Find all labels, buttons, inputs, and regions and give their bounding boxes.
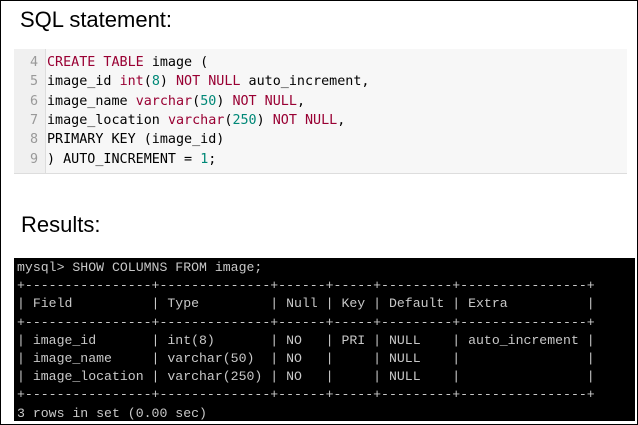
console-table-line: | image_id | int(8) | NO | PRI | NULL | …: [17, 332, 595, 348]
code-token: image (: [151, 55, 209, 70]
code-token: ;: [208, 151, 217, 167]
code-line: 9) AUTO_INCREMENT = 1;: [14, 150, 216, 169]
code-token: image_location: [47, 112, 168, 128]
code-line: 5 image_id int(8) NOT NULL auto_increment…: [14, 72, 370, 91]
line-number: 6: [29, 93, 38, 109]
code-token: auto_increment,: [240, 74, 370, 90]
code-token: int: [119, 74, 144, 90]
code-token: image_id: [47, 74, 120, 90]
console-table-line: +----------------+--------------+------+…: [17, 387, 595, 403]
code-token: image_name: [47, 93, 136, 109]
code-token: CREATE TABLE: [47, 55, 152, 70]
code-token: varchar: [167, 112, 225, 128]
code-line: 8 PRIMARY KEY (image_id): [14, 130, 224, 149]
line-number: 8: [29, 132, 38, 148]
console-table-line: +----------------+--------------+------+…: [17, 314, 595, 330]
console-command-line: mysql> SHOW COLUMNS FROM image;: [17, 260, 263, 275]
code-line: 6 image_name varchar(50) NOT NULL,: [14, 92, 305, 111]
code-token: ): [159, 74, 176, 90]
code-token: ) AUTO_INCREMENT =: [47, 151, 201, 167]
code-token: (: [143, 74, 152, 90]
code-token: NOT NULL: [176, 74, 241, 90]
code-token: NOT NULL: [272, 112, 338, 128]
code-token: 250: [232, 112, 257, 128]
code-line: 4 CREATE TABLE image (: [14, 53, 208, 72]
code-token: varchar: [135, 93, 193, 109]
line-number: 9: [29, 151, 38, 167]
code-token: PRIMARY KEY (image_id): [47, 132, 225, 148]
code-token: 50: [200, 93, 217, 109]
sql-code-block: 4 CREATE TABLE image (5 image_id int(8) NO…: [14, 49, 627, 174]
console-table-line: +----------------+--------------+------+…: [17, 278, 595, 294]
mysql-console-output: mysql> SHOW COLUMNS FROM image; +--------…: [14, 258, 635, 421]
console-table-line: | image_name | varchar(50) | NO | | NULL…: [17, 351, 595, 366]
code-line: 7 image_location varchar(250) NOT NULL,: [14, 111, 345, 130]
sql-statement-heading: SQL statement:: [20, 7, 173, 32]
code-token: 8: [151, 74, 160, 90]
code-token: ): [256, 112, 273, 128]
console-summary-line: 3 rows in set (0.00 sec): [17, 405, 207, 421]
results-heading: Results:: [21, 212, 101, 237]
code-token: ,: [296, 93, 305, 109]
code-token: (: [192, 93, 201, 109]
console-table-line: | image_location | varchar(250) | NO | |…: [17, 369, 595, 385]
line-number: 7: [29, 112, 38, 128]
figure-frame: SQL statement: 4 CREATE TABLE image ( 5 ima…: [0, 0, 638, 425]
code-token: NOT NULL: [232, 93, 297, 109]
code-token: ): [216, 93, 233, 109]
line-number: 5: [29, 74, 38, 90]
console-table-line: | Field | Type | Null | Key | Default | …: [17, 296, 595, 312]
line-number: 4: [29, 55, 38, 70]
code-token: ,: [337, 112, 346, 128]
